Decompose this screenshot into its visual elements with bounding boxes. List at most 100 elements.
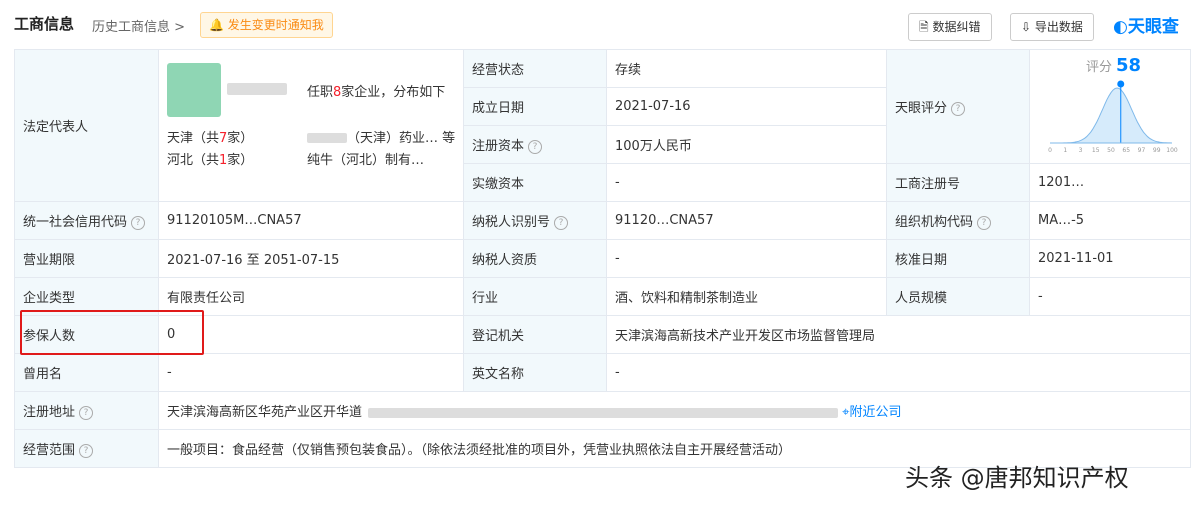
x-tick-label: 3 [1079,147,1083,154]
notify-label: 发生变更时通知我 [227,18,324,32]
x-tick-label: 15 [1092,147,1100,154]
period-value: 2021-07-16 至 2051-07-15 [158,239,464,278]
orgcode-label: 组织机构代码 [895,215,974,230]
highlight-box [20,310,204,355]
redacted-text [307,133,347,143]
region-hebei-label: 河北（共 [167,152,220,168]
bell-icon: 🔔 [209,18,224,32]
regno-label: 工商注册号 [886,163,1030,202]
address-label-cell: 注册地址? [14,391,159,430]
x-tick-label: 0 [1048,147,1052,154]
taxid-value: 91120…CNA57 [606,201,887,240]
approve-label: 核准日期 [886,239,1030,278]
address-value: 天津滨海高新区华苑产业区开华道 [167,405,363,420]
taxid-label-cell: 纳税人识别号? [463,201,607,240]
company-link-1-text: （天津）药业… 等 [347,130,456,146]
desc-prefix: 任职 [307,84,334,100]
help-icon[interactable]: ? [79,443,94,458]
capital-label: 注册资本 [472,139,525,154]
logo-icon: ◐ [1113,17,1128,37]
logo-text: 天眼查 [1127,17,1179,37]
engname-label: 英文名称 [463,353,607,392]
region-tianjin-suffix: 家） [227,130,254,146]
legal-rep-label: 法定代表人 [14,49,159,202]
estab-label: 成立日期 [463,87,607,126]
history-link[interactable]: 历史工商信息 > [92,16,185,35]
help-icon[interactable]: ? [79,405,94,420]
company-link-1[interactable]: （天津）药业… 等 [307,127,455,146]
score-chart: 0 1 3 15 50 65 97 99 100 [1048,80,1178,154]
tianyancha-logo[interactable]: ◐天眼查 [1113,12,1179,37]
status-value: 存续 [606,49,887,88]
insured-value: 0 [158,315,464,354]
legal-rep-cell: 任职8家企业，分布如下 天津（共7家） 河北（共1家） （天津）药业… 等 纯牛… [158,49,464,202]
region-tianjin-label: 天津（共 [167,130,220,146]
industry-value: 酒、饮料和精制茶制造业 [606,277,887,316]
business-info-table: 法定代表人 任职8家企业，分布如下 天津（共7家） 河北（共1家） （天津）药业… [14,49,1191,468]
avatar[interactable] [167,62,221,117]
period-label: 营业期限 [14,239,159,278]
approve-value: 2021-11-01 [1029,239,1191,278]
regauth-value: 天津滨海高新技术产业开发区市场监督管理局 [606,315,1191,354]
help-icon[interactable]: ? [977,215,992,230]
orgcode-value: MA…-5 [1029,201,1191,240]
x-tick-label: 1 [1063,147,1067,154]
notify-button[interactable]: 🔔 发生变更时通知我 [200,12,333,38]
engname-value: - [606,353,1191,392]
region-hebei[interactable]: 河北（共1家） [167,149,253,168]
score-marker [1117,80,1125,87]
x-tick-label: 50 [1107,147,1115,154]
taxqual-label: 纳税人资质 [463,239,607,278]
company-link-2[interactable]: 纯牛（河北）制有… [307,149,424,168]
x-tick-label: 65 [1122,147,1130,154]
watermark: 头条 @唐邦知识产权 [905,464,1129,492]
help-icon[interactable]: ? [528,139,543,154]
export-button[interactable]: ⇩ 导出数据 [1010,13,1094,41]
help-icon[interactable]: ? [554,215,569,230]
help-icon[interactable]: ? [951,101,966,116]
region-hebei-suffix: 家） [227,152,254,168]
scope-label-cell: 经营范围? [14,429,159,468]
x-tick-label: 97 [1138,147,1146,154]
score-cell[interactable]: 评分 58 0 1 3 15 50 65 97 99 100 [1029,49,1191,164]
paidin-label: 实缴资本 [463,163,607,202]
redacted-name [227,82,287,95]
nearby-companies-label: 附近公司 [849,405,902,420]
regno-value: 1201… [1029,163,1191,202]
status-label: 经营状态 [463,49,607,88]
orgcode-label-cell: 组织机构代码? [886,201,1030,240]
capital-value: 100万人民币 [606,125,887,164]
download-icon: ⇩ [1021,20,1032,34]
legal-rep-desc: 任职8家企业，分布如下 [307,81,445,100]
redacted-address [368,407,839,418]
industry-label: 行业 [463,277,607,316]
document-icon: 🗎 [919,20,929,34]
x-tick-label: 99 [1153,147,1161,154]
section-title: 工商信息 [14,15,75,33]
address-label: 注册地址 [23,405,76,420]
scope-label: 经营范围 [23,443,76,458]
score-label: 天眼评分 [895,101,948,116]
help-icon[interactable]: ? [131,215,146,230]
taxqual-value: - [606,239,887,278]
capital-label-cell: 注册资本? [463,125,607,164]
regauth-label: 登记机关 [463,315,607,354]
distribution-curve [1050,86,1173,143]
export-label: 导出数据 [1034,20,1083,34]
address-value-cell: 天津滨海高新区华苑产业区开华道 ⌖附近公司 [158,391,1191,430]
staff-value: - [1029,277,1191,316]
formername-label: 曾用名 [14,353,159,392]
x-tick-label: 100 [1166,147,1178,154]
score-label-cell: 天眼评分? [886,49,1030,164]
nearby-companies-link[interactable]: ⌖附近公司 [842,405,901,420]
uscc-label: 统一社会信用代码 [23,215,128,230]
report-error-label: 数据纠错 [932,20,981,34]
uscc-label-cell: 统一社会信用代码? [14,201,159,240]
region-tianjin[interactable]: 天津（共7家） [167,127,253,146]
staff-label: 人员规模 [886,277,1030,316]
uscc-value: 91120105M…CNA57 [158,201,464,240]
report-error-button[interactable]: 🗎 数据纠错 [908,13,992,41]
formername-value: - [158,353,464,392]
paidin-value: - [606,163,887,202]
estab-value: 2021-07-16 [606,87,887,126]
